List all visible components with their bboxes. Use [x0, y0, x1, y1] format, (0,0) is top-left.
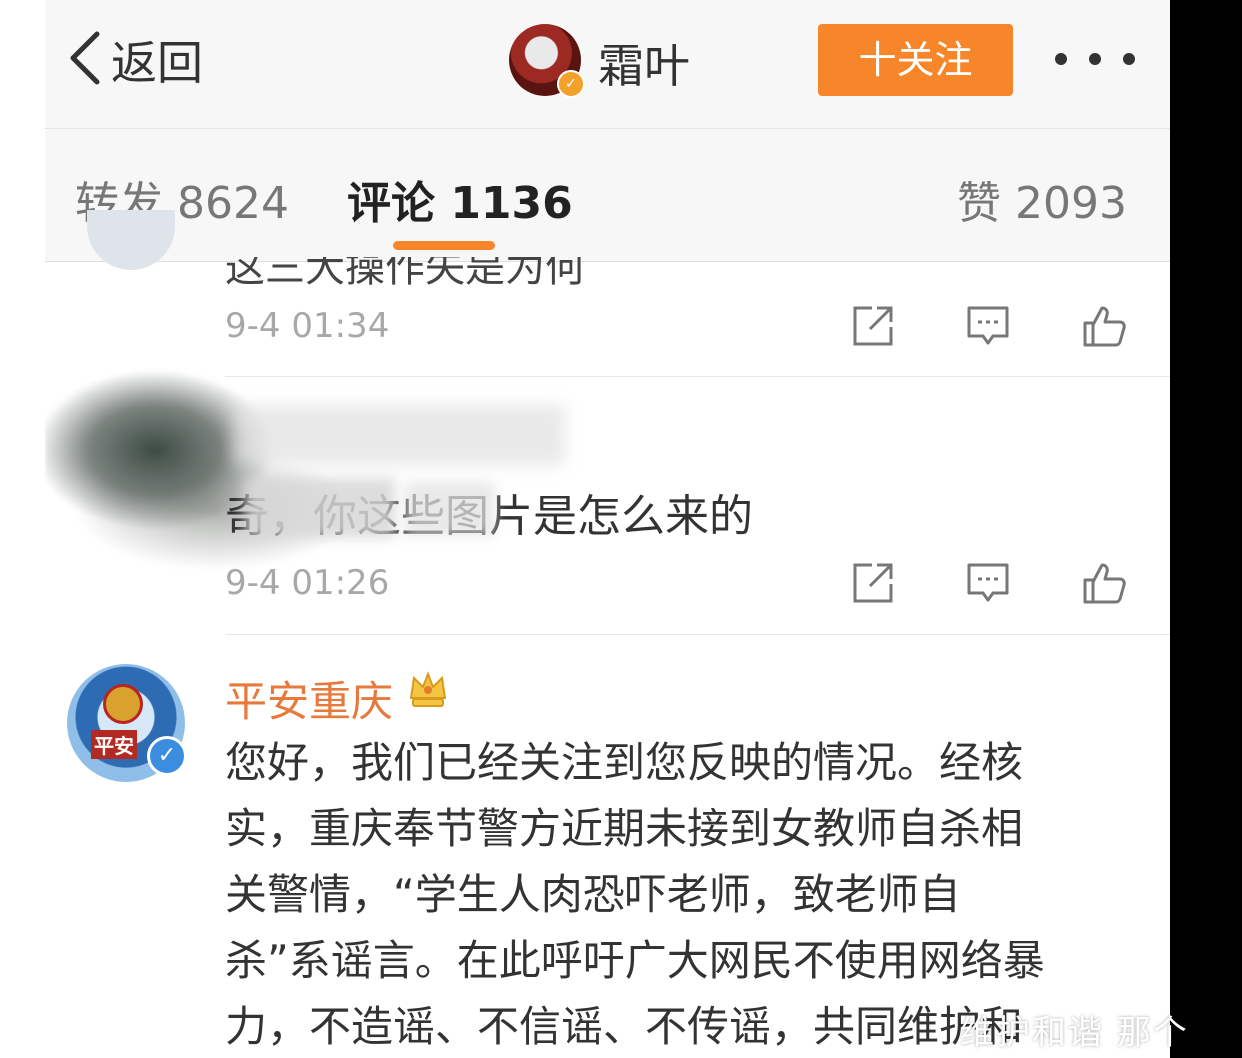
top-nav-bar: 返回 ✓ 霜叶 十关注	[45, 0, 1170, 129]
obscured-text	[405, 482, 495, 536]
verified-badge-icon: ✓	[557, 70, 585, 98]
comment-icon[interactable]	[965, 560, 1011, 606]
share-icon[interactable]	[850, 303, 896, 349]
avatar[interactable]: 平安 ✓	[67, 664, 187, 782]
left-margin	[0, 0, 45, 1058]
crown-badge-icon	[407, 668, 449, 710]
tab-likes[interactable]: 赞 2093	[957, 167, 1127, 231]
like-icon[interactable]	[1081, 303, 1127, 349]
author-name[interactable]: 霜叶	[598, 30, 690, 96]
watermark-text: 维护和谐 那个	[960, 1013, 1189, 1053]
avatar-text: 平安	[91, 730, 137, 759]
chevron-left-icon	[65, 28, 105, 92]
follow-button[interactable]: 十关注	[818, 24, 1013, 96]
divider	[225, 634, 1170, 635]
comment-line: 您好，我们已经关注到您反映的情况。经核	[225, 738, 1024, 787]
tab-comments[interactable]: 评论 1136	[347, 167, 573, 231]
obscured-text	[245, 478, 395, 538]
back-button[interactable]: 返回	[65, 28, 203, 92]
divider	[225, 376, 1170, 377]
comment-line: 杀”系谣言。在此呼吁广大网民不使用网络暴	[225, 936, 1045, 985]
interaction-tabs: 转发 8624 评论 1136 赞 2093	[45, 129, 1170, 262]
comment-icon[interactable]	[965, 303, 1011, 349]
comment-time: 9-4 01:26	[225, 563, 390, 603]
commenter-name[interactable]: 平安重庆	[225, 668, 393, 729]
like-icon[interactable]	[1081, 560, 1127, 606]
right-black-edge	[1170, 0, 1242, 1058]
comment-line: 实，重庆奉节警方近期未接到女教师自杀相	[225, 804, 1024, 853]
weibo-comment-screen: 返回 ✓ 霜叶 十关注 转发 8624 评论 1136 赞 2093 这三大操作…	[45, 0, 1170, 1058]
back-label: 返回	[111, 36, 203, 90]
comment-line: 关警情，“学生人肉恐吓老师，致老师自	[225, 870, 961, 919]
comment-time: 9-4 01:34	[225, 306, 390, 346]
more-options-icon[interactable]	[1055, 44, 1135, 74]
active-tab-indicator	[393, 241, 495, 250]
author-avatar[interactable]: ✓	[509, 24, 585, 98]
share-icon[interactable]	[850, 560, 896, 606]
obscured-username	[235, 405, 565, 465]
verified-badge-icon: ✓	[147, 736, 187, 776]
police-emblem-icon	[103, 684, 143, 724]
